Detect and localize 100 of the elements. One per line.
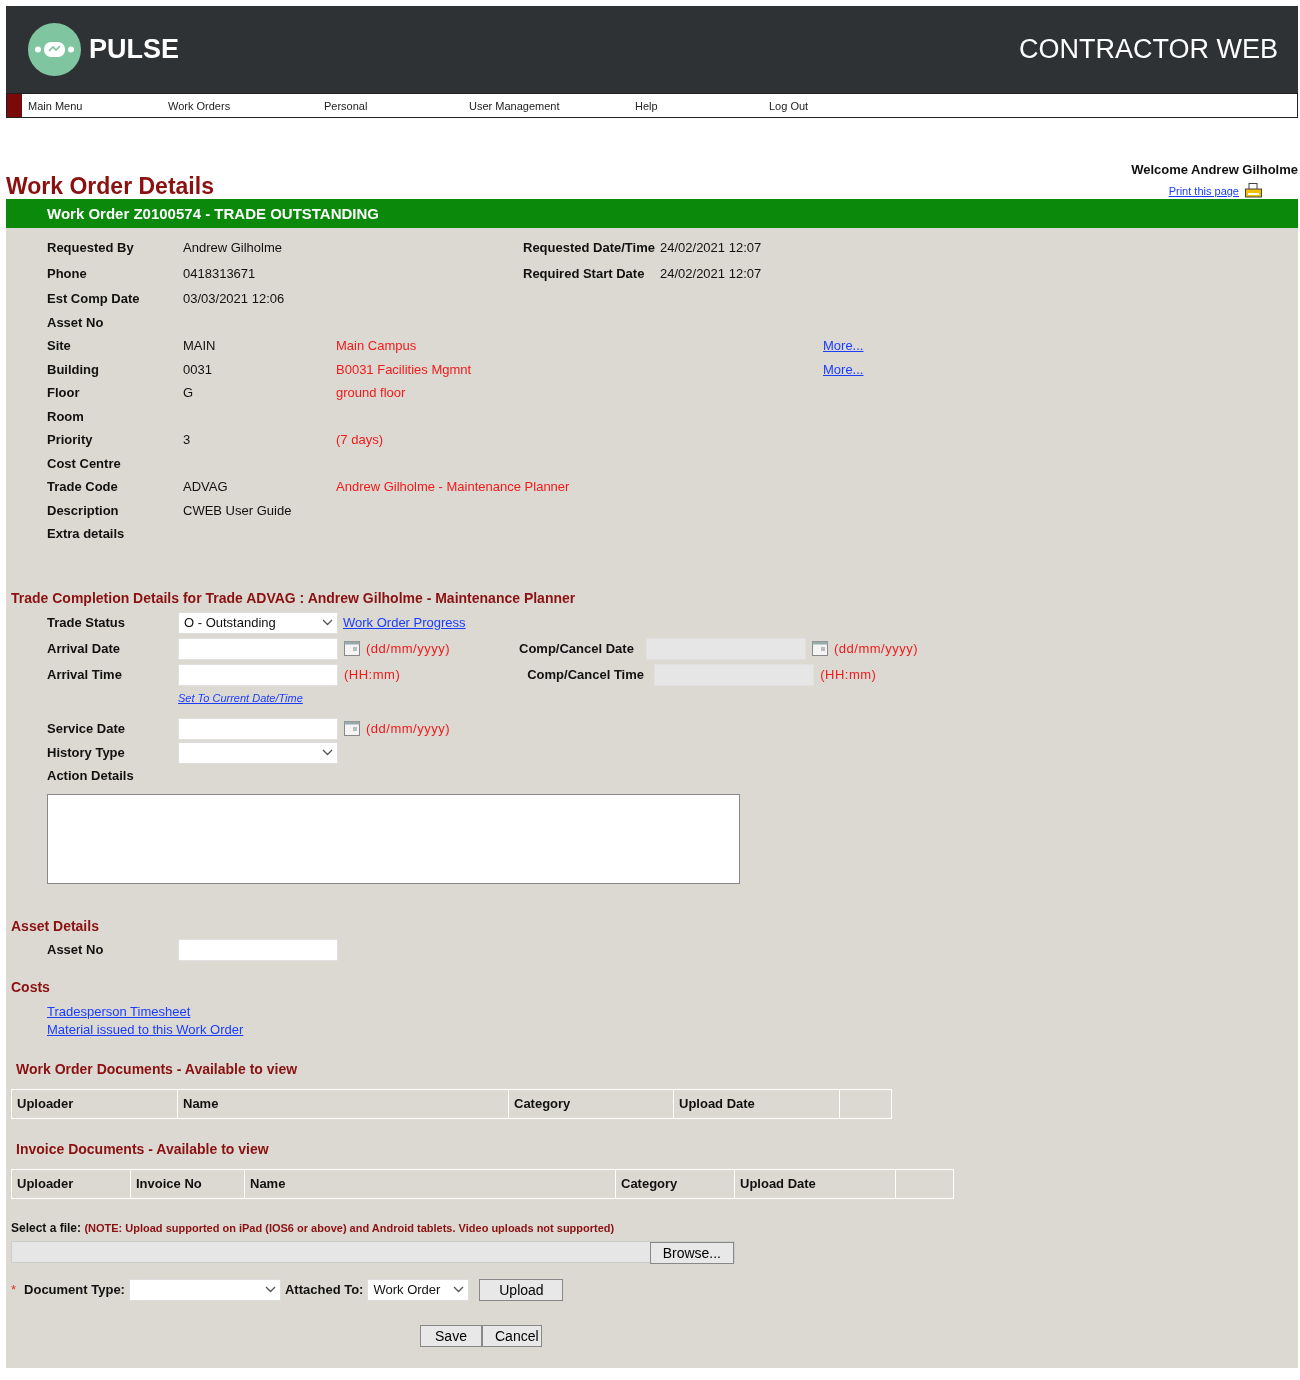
field-description: ground floor xyxy=(336,385,407,401)
field-label: Phone xyxy=(47,266,88,282)
form-action-button[interactable]: Save xyxy=(420,1324,482,1347)
column-header xyxy=(896,1169,953,1198)
dropdown-caret-icon xyxy=(264,1286,276,1293)
column-header: Uploader xyxy=(12,1169,130,1198)
column-header: Invoice No xyxy=(131,1169,244,1198)
field-value: 3 xyxy=(183,432,192,448)
field-value: 0418313671 xyxy=(183,266,257,282)
field-label: Priority xyxy=(47,432,94,448)
field-description: B0031 Facilities Mgmnt xyxy=(336,361,473,377)
field-label: Attached To: xyxy=(284,1282,364,1297)
app-title: CONTRACTOR WEB xyxy=(1019,34,1278,65)
column-header: Name xyxy=(178,1089,508,1118)
input-field[interactable] xyxy=(178,663,338,686)
field-label: Extra details xyxy=(47,526,126,542)
set-current-datetime-link[interactable]: Set To Current Date/Time xyxy=(178,691,303,704)
field-description: (7 days) xyxy=(336,432,384,448)
cost-link[interactable]: Tradesperson Timesheet xyxy=(47,1003,1298,1019)
field-label: Requested By xyxy=(47,239,135,255)
field-label: Action Details xyxy=(47,768,135,783)
page-title: Work Order Details xyxy=(6,173,214,199)
field-value: G xyxy=(183,385,195,401)
file-input-field[interactable]: Browse... xyxy=(11,1240,735,1263)
more-link[interactable]: More... xyxy=(823,361,963,377)
section-heading: Costs xyxy=(10,978,51,995)
field-label: Floor xyxy=(47,385,81,401)
field-value: 0031 xyxy=(183,361,213,377)
print-link[interactable]: Print this page xyxy=(1168,185,1239,197)
dropdown-caret-icon xyxy=(322,619,333,626)
section-heading: Work Order Documents - Available to view xyxy=(15,1060,299,1077)
field-description: Main Campus xyxy=(336,338,418,354)
input-field[interactable] xyxy=(178,717,338,740)
required-mark: * xyxy=(11,1282,17,1297)
field-value: CWEB User Guide xyxy=(183,502,293,518)
calendar-icon[interactable] xyxy=(344,721,360,736)
field-value: MAIN xyxy=(183,338,217,354)
trade-status-select[interactable]: O - Outstanding xyxy=(178,611,338,634)
column-header xyxy=(840,1089,891,1118)
field-label: Site xyxy=(47,338,72,354)
field-label: Arrival Time xyxy=(47,667,123,682)
asset-number-field[interactable] xyxy=(178,938,338,961)
form-action-button[interactable]: Cancel xyxy=(482,1324,542,1347)
field-value: 03/03/2021 12:06 xyxy=(183,291,286,307)
format-hint: (dd/mm/yyyy) xyxy=(366,721,450,736)
column-header: Upload Date xyxy=(674,1089,839,1118)
calendar-icon[interactable] xyxy=(812,641,828,656)
nav-item[interactable]: Work Orders xyxy=(162,99,318,112)
upload-button[interactable]: Upload xyxy=(479,1278,564,1301)
column-header: Uploader xyxy=(12,1089,177,1118)
nav-item[interactable]: User Management xyxy=(463,99,629,112)
history-type-select[interactable] xyxy=(178,741,338,764)
section-heading: Asset Details xyxy=(10,917,100,934)
field-label: Document Type: xyxy=(24,1282,125,1297)
attached-to-select[interactable]: Work Order xyxy=(367,1278,470,1301)
field-label: Asset No xyxy=(47,314,105,330)
nav-marker xyxy=(7,94,22,117)
format-hint: (HH:mm) xyxy=(344,667,401,682)
printer-icon[interactable] xyxy=(1245,183,1262,199)
dropdown-caret-icon xyxy=(322,749,333,756)
action-details-field[interactable] xyxy=(47,793,740,884)
field-label: Cost Centre xyxy=(47,455,122,471)
section-heading: Invoice Documents - Available to view xyxy=(15,1140,270,1157)
nav-item[interactable]: Personal xyxy=(318,99,463,112)
field-label: Required Start Date xyxy=(523,266,646,282)
document-type-select[interactable] xyxy=(128,1278,281,1301)
work-order-progress-link[interactable]: Work Order Progress xyxy=(343,615,466,630)
nav-item[interactable]: Log Out xyxy=(763,99,903,112)
more-link[interactable]: More... xyxy=(823,338,963,354)
field-label: Comp/Cancel Time xyxy=(527,667,645,682)
field-value: 24/02/2021 12:07 xyxy=(660,266,763,282)
field-value: ADVAG xyxy=(183,479,229,495)
file-select-label: Select a file: (NOTE: Upload supported on iPad (IOS6 or above) and Android tablets. Video uploads not supported) xyxy=(10,1220,616,1235)
browse-button[interactable]: Browse... xyxy=(649,1241,734,1264)
nav-item[interactable]: Main Menu xyxy=(22,99,162,112)
format-hint: (HH:mm) xyxy=(820,667,877,682)
field-label: Trade Status xyxy=(47,615,127,630)
field-value: Andrew Gilholme xyxy=(183,239,283,255)
logo-icon xyxy=(28,23,81,76)
format-hint: (dd/mm/yyyy) xyxy=(834,641,918,656)
calendar-icon[interactable] xyxy=(344,641,360,656)
field-label: Comp/Cancel Date xyxy=(519,641,635,656)
field-label: History Type xyxy=(47,745,126,760)
welcome-text: Welcome Andrew Gilholme xyxy=(1131,162,1298,177)
cost-link[interactable]: Material issued to this Work Order xyxy=(47,1021,1298,1037)
field-label: Description xyxy=(47,502,120,518)
logo-text: PULSE xyxy=(89,34,180,65)
field-label: Room xyxy=(47,408,85,424)
nav-item[interactable]: Help xyxy=(629,99,763,112)
section-heading: Trade Completion Details for Trade ADVAG : Andrew Gilholme - Maintenance Planner xyxy=(10,589,577,606)
format-hint: (dd/mm/yyyy) xyxy=(366,641,450,656)
field-label: Arrival Date xyxy=(47,641,121,656)
column-header: Upload Date xyxy=(735,1169,895,1198)
field-label: Asset No xyxy=(47,942,105,957)
input-field[interactable] xyxy=(178,637,338,660)
field-value: 24/02/2021 12:07 xyxy=(660,239,763,255)
field-label: Est Comp Date xyxy=(47,291,141,307)
column-header: Category xyxy=(616,1169,734,1198)
field-label: Building xyxy=(47,361,100,377)
work-order-banner: Work Order Z0100574 - TRADE OUTSTANDING xyxy=(6,199,1298,228)
